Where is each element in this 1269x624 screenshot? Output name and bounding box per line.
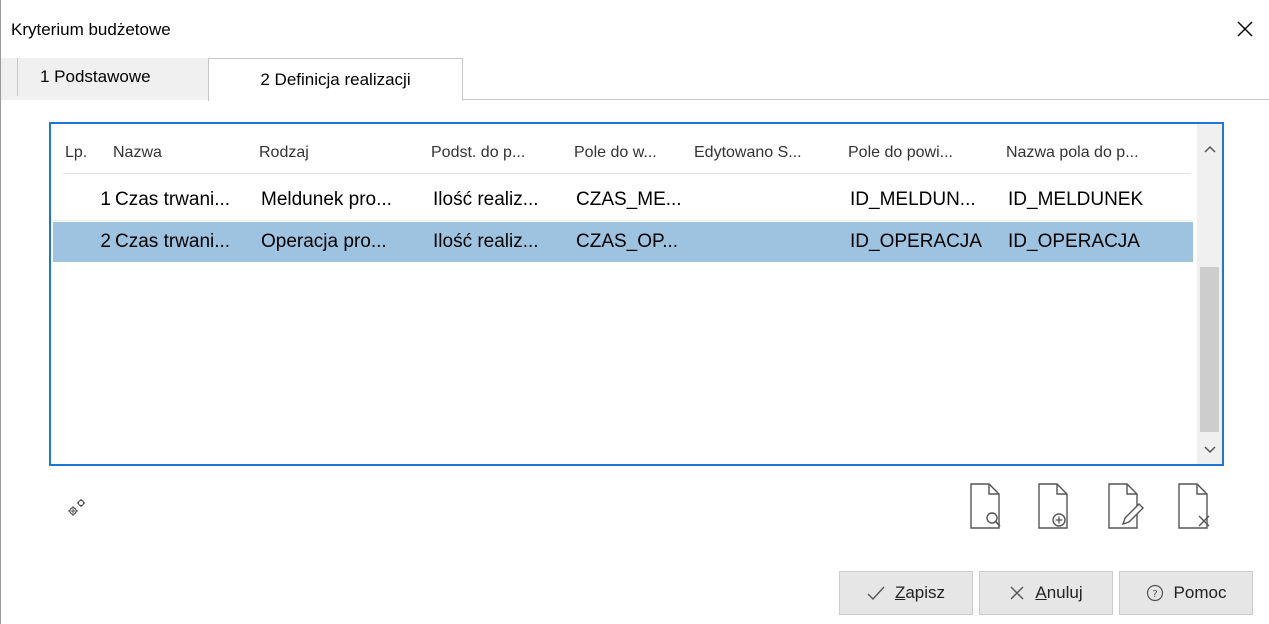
cell-rodzaj: Operacja pro... [261,231,387,252]
dialog-window: Kryterium budżetowe 1 Podstawowe 2 Defin… [0,0,1269,624]
cell-pole-powiazania: ID_OPERACJA [850,231,982,252]
cell-nazwa: Czas trwani... [115,231,231,252]
cell-podst: Ilość realiz... [433,231,539,252]
tab-podstawowe[interactable]: 1 Podstawowe [17,58,207,96]
chevron-down-icon [1203,446,1216,454]
cell-nazwa-pola: ID_MELDUNEK [1008,189,1144,210]
tab-definicja-realizacji[interactable]: 2 Definicja realizacji [208,58,463,101]
help-label: Pomoc [1173,583,1227,602]
cell-rodzaj: Meldunek pro... [261,189,392,210]
column-header-pole[interactable]: Pole do w... [574,144,657,162]
realization-grid[interactable]: Lp. Nazwa Rodzaj Podst. do p... Pole do … [49,122,1224,466]
help-icon: ? [1146,584,1163,602]
document-delete-icon [1178,483,1210,529]
cancel-button[interactable]: Anuluj [979,571,1113,615]
close-icon [1237,21,1253,37]
svg-text:?: ? [1152,589,1157,600]
gear-icon [68,499,85,516]
tab-divider [463,99,1269,100]
header-divider [63,173,1191,174]
help-button[interactable]: ? Pomoc [1119,571,1253,615]
cell-lp: 2 [100,231,111,252]
chevron-up-icon [1203,145,1216,153]
delete-record-button[interactable] [1169,478,1217,534]
cell-podst: Ilość realiz... [433,189,539,210]
scroll-down-button[interactable] [1197,436,1222,464]
column-header-nazwa-pola[interactable]: Nazwa pola do p... [1006,144,1139,162]
cell-pole: CZAS_OP... [576,231,679,252]
table-row-selected[interactable]: 2 Czas trwani... Operacja pro... Ilość r… [53,222,1193,262]
cancel-label: Anuluj [1035,583,1083,602]
tab-label: 2 Definicja realizacji [260,70,411,89]
cell-nazwa-pola: ID_OPERACJA [1008,231,1140,252]
grid-header: Lp. Nazwa Rodzaj Podst. do p... Pole do … [51,124,1201,182]
table-row[interactable]: 1 Czas trwani... Meldunek pro... Ilość r… [53,180,1193,220]
save-button[interactable]: Zapisz [839,571,973,615]
column-header-rodzaj[interactable]: Rodzaj [259,144,309,162]
settings-button[interactable] [63,492,93,522]
column-header-podst[interactable]: Podst. do p... [431,144,525,162]
tab-bar: 1 Podstawowe 2 Definicja realizacji [1,58,1269,101]
column-header-lp[interactable]: Lp. [65,144,87,162]
row-divider [53,220,1193,221]
document-edit-icon [1108,483,1144,529]
scroll-thumb[interactable] [1200,267,1219,432]
cell-nazwa: Czas trwani... [115,189,231,210]
vertical-scrollbar[interactable] [1197,124,1222,464]
add-record-button[interactable] [1029,478,1077,534]
document-add-icon [1038,483,1068,529]
cell-pole: CZAS_ME... [576,189,682,210]
close-icon [1010,586,1024,600]
view-record-button[interactable] [961,478,1009,534]
edit-record-button[interactable] [1099,478,1147,534]
document-preview-icon [970,483,1001,529]
tab-label: 1 Podstawowe [40,67,151,86]
cell-lp: 1 [100,189,111,210]
scroll-up-button[interactable] [1197,134,1222,164]
column-header-pole-powiazania[interactable]: Pole do powi... [848,144,953,162]
cell-pole-powiazania: ID_MELDUN... [850,189,976,210]
column-header-nazwa[interactable]: Nazwa [113,144,162,162]
close-button[interactable] [1230,14,1260,44]
checkmark-icon [867,586,885,600]
save-label: Zapisz [894,583,946,602]
title-bar: Kryterium budżetowe [1,0,1269,58]
window-title: Kryterium budżetowe [11,20,171,39]
column-header-edytowano[interactable]: Edytowano S... [694,144,802,162]
